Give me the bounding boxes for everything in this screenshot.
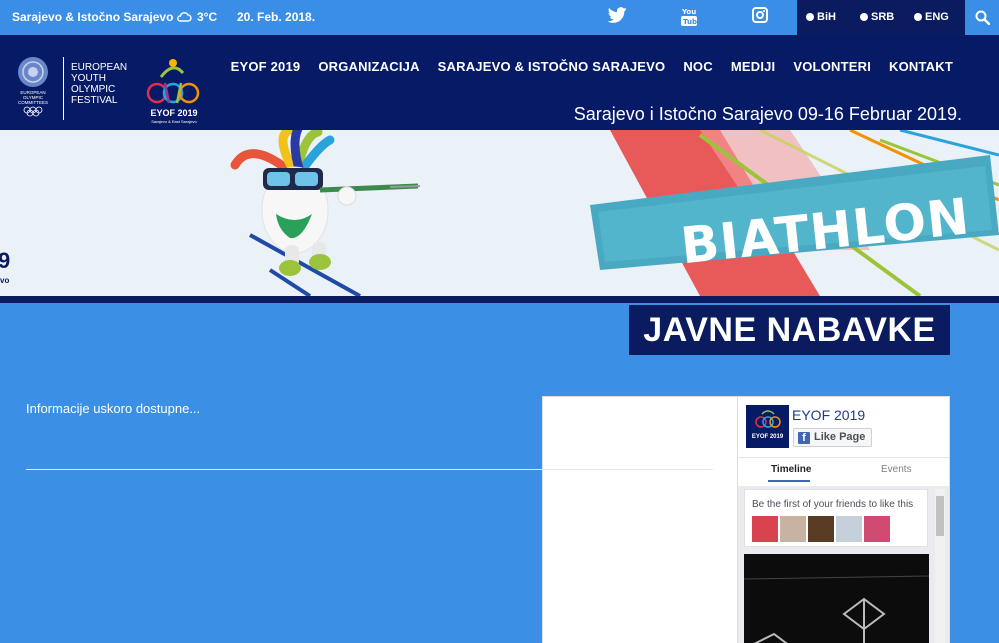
content-text: Informacije uskoro dostupne... [26, 401, 201, 416]
svg-text:Tube: Tube [683, 18, 697, 26]
language-switcher: BiH SRB ENG [797, 0, 965, 35]
eoc-logo[interactable]: EUROPEAN OLYMPIC COMMITTEES [13, 55, 53, 127]
cloud-sun-icon [177, 12, 192, 22]
facebook-icon: f [798, 432, 810, 444]
friend-avatar[interactable] [864, 516, 890, 542]
friends-card: Be the first of your friends to like thi… [744, 489, 928, 547]
logo-divider [63, 57, 64, 120]
eyof-logo[interactable]: EYOF 2019 Sarajevo & East Sarajevo [143, 55, 205, 125]
svg-text:EYOF 2019: EYOF 2019 [752, 434, 784, 440]
top-bar: Sarajevo & Istočno Sarajevo 3°C 20. Feb.… [0, 0, 999, 643]
banner-bottom-strip [0, 296, 999, 303]
event-tagline: Sarajevo i Istočno Sarajevo 09-16 Februa… [573, 104, 962, 124]
active-tab-indicator [768, 480, 810, 482]
svg-text:Sarajevo & East Sarajevo: Sarajevo & East Sarajevo [151, 119, 197, 124]
friend-avatar[interactable] [808, 516, 834, 542]
globe-icon [860, 13, 868, 21]
temperature-text: 3°C [197, 10, 218, 24]
lang-bih[interactable]: BiH [806, 11, 836, 23]
page-title: JAVNE NABAVKE [629, 305, 950, 355]
eoc-text: EUROPEAN YOUTH OLYMPIC FESTIVAL [71, 62, 128, 106]
instagram-icon[interactable] [752, 7, 768, 28]
site-header: EUROPEAN OLYMPIC COMMITTEES EUROPEAN YOU… [0, 35, 999, 130]
nav-volonteri[interactable]: VOLONTERI [793, 59, 871, 74]
svg-text:EYOF 2019: EYOF 2019 [150, 108, 197, 118]
page-avatar[interactable]: EYOF 2019 [746, 405, 789, 448]
friend-thumbnails [752, 516, 890, 542]
lang-eng[interactable]: ENG [914, 11, 949, 23]
facebook-icon[interactable]: f [542, 396, 755, 643]
feed-scrollbar-thumb[interactable] [936, 496, 944, 536]
date-text: 20. Feb. 2018. [237, 10, 316, 24]
lang-srb[interactable]: SRB [860, 11, 894, 23]
banner-left-number: 9 [0, 248, 11, 273]
twitter-icon[interactable] [607, 7, 628, 29]
search-button[interactable] [965, 0, 999, 35]
timeline-feed[interactable]: Be the first of your friends to like thi… [738, 486, 949, 643]
facebook-page-widget: EYOF 2019 EYOF 2019 f Like Page Timeline… [737, 396, 950, 643]
nav-eyof-2019[interactable]: EYOF 2019 [231, 59, 301, 74]
youtube-icon[interactable]: You Tube [681, 7, 702, 31]
svg-text:You: You [681, 8, 696, 16]
nav-sarajevo[interactable]: SARAJEVO & ISTOČNO SARAJEVO [438, 59, 666, 74]
nav-organizacija[interactable]: ORGANIZACIJA [318, 59, 419, 74]
globe-icon [914, 13, 922, 21]
banner-illustration: BIATHLON [0, 130, 999, 296]
friend-avatar[interactable] [836, 516, 862, 542]
nav-noc[interactable]: NOC [683, 59, 713, 74]
main-nav: EYOF 2019 ORGANIZACIJA SARAJEVO & ISTOČN… [231, 59, 953, 74]
search-icon [975, 10, 990, 25]
nav-mediji[interactable]: MEDIJI [731, 59, 776, 74]
tab-events[interactable]: Events [881, 464, 912, 475]
like-page-button[interactable]: f Like Page [793, 428, 873, 447]
widget-divider [738, 457, 949, 458]
weather: 3°C [176, 10, 217, 24]
friend-avatar[interactable] [752, 516, 778, 542]
banner-left-sub: vo [0, 276, 10, 285]
content-divider [26, 469, 713, 470]
nav-kontakt[interactable]: KONTAKT [889, 59, 953, 74]
friends-text: Be the first of your friends to like thi… [752, 499, 914, 510]
friend-avatar[interactable] [780, 516, 806, 542]
page-name[interactable]: EYOF 2019 [792, 407, 865, 423]
post-image[interactable] [744, 554, 929, 643]
tab-timeline[interactable]: Timeline [771, 464, 811, 475]
svg-text:COMMITTEES: COMMITTEES [18, 100, 48, 105]
hero-banner: BIATHLON [0, 130, 999, 296]
location-text: Sarajevo & Istočno Sarajevo [12, 10, 174, 24]
globe-icon [806, 13, 814, 21]
